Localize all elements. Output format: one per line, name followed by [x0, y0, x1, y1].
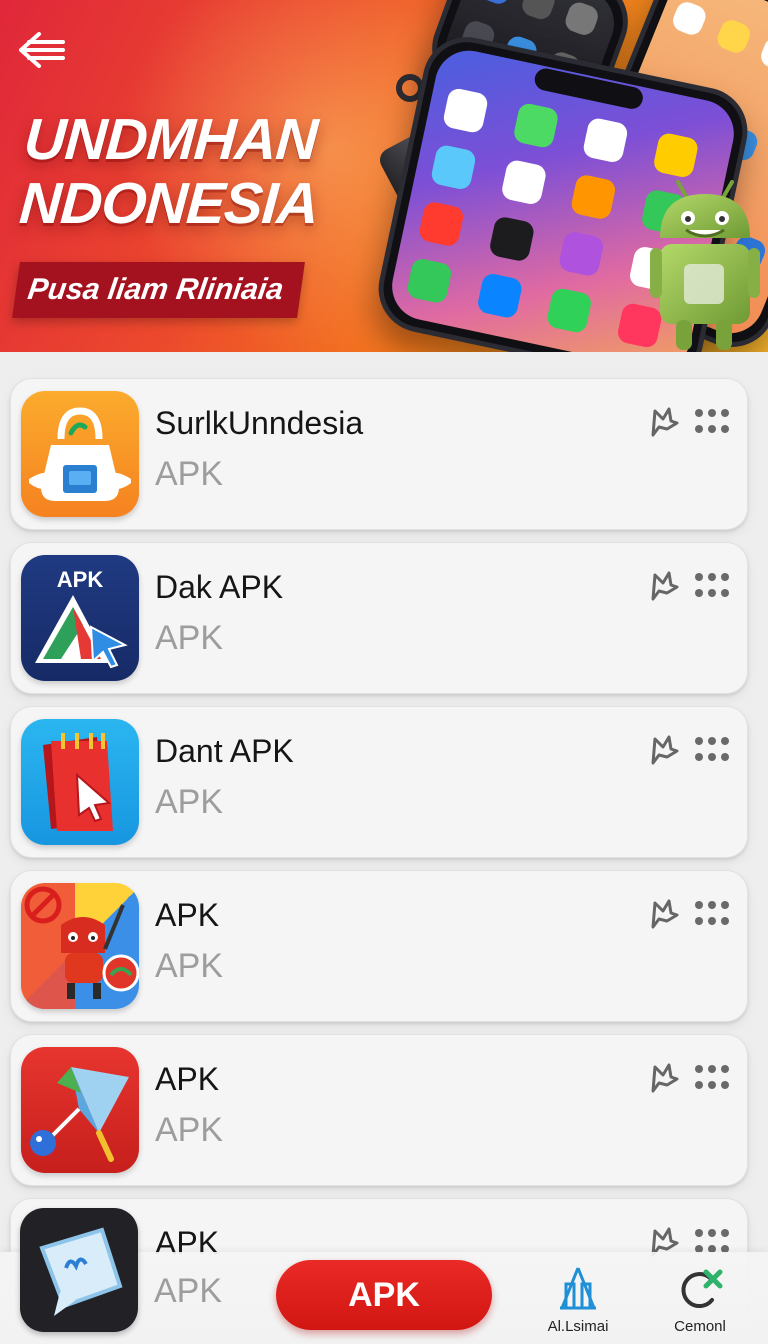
app-icon-2	[21, 719, 139, 845]
more-options-icon[interactable]	[695, 573, 729, 599]
app-icon-0	[21, 391, 139, 517]
app-icon-4	[21, 1047, 139, 1173]
app-icon-1: APK	[21, 555, 139, 681]
more-options-icon[interactable]	[695, 1065, 729, 1091]
app-card-3[interactable]: APK APK	[10, 870, 748, 1022]
refresh-check-icon	[681, 1269, 723, 1309]
hero-title-line2: NDONESIA	[17, 171, 321, 236]
bottom-navigation: APK APK Al.Lsimai Cemonl	[0, 1208, 768, 1344]
app-icon-5[interactable]	[20, 1208, 138, 1332]
hero-title-line1: UNDMHAN	[22, 107, 320, 172]
kite-icon	[30, 1067, 129, 1162]
app-subtitle: APK	[155, 619, 224, 657]
message-bubble-icon	[39, 1227, 123, 1316]
app-title: SurlkUnndesia	[155, 405, 364, 441]
more-options-icon[interactable]	[695, 409, 729, 435]
app-icon-3	[21, 883, 139, 1009]
app-title: Dant APK	[155, 733, 294, 769]
more-options-icon[interactable]	[695, 901, 729, 927]
tab-cemonl[interactable]: Cemonl	[650, 1266, 750, 1338]
app-title: APK	[155, 1061, 220, 1097]
android-robot-icon	[650, 180, 760, 350]
pin-icon[interactable]	[649, 405, 679, 439]
calendar-cursor-icon	[43, 733, 113, 831]
building-chart-icon	[560, 1267, 596, 1310]
hero-title: UNDMHAN NDONESIA	[17, 107, 407, 236]
app-subtitle: APK	[155, 947, 224, 985]
app-title: Dak APK	[155, 569, 284, 605]
robot-mascot-icon	[21, 883, 139, 1009]
cursor-tent-icon	[35, 595, 128, 669]
hero-ribbon: Pusa liam Rliniaia	[12, 262, 306, 318]
app-card-4[interactable]: APK APK	[10, 1034, 748, 1186]
app-card-0[interactable]: SurlkUnndesia APK	[10, 378, 748, 530]
app-subtitle: APK	[155, 783, 224, 821]
apk-primary-button[interactable]: APK	[276, 1260, 492, 1330]
shopping-bag-icon	[29, 407, 131, 501]
pin-icon[interactable]	[649, 733, 679, 767]
app-subtitle: APK	[154, 1272, 223, 1310]
more-options-icon[interactable]	[695, 737, 729, 763]
pin-icon[interactable]	[649, 569, 679, 603]
app-title: APK	[155, 897, 220, 933]
pin-icon[interactable]	[649, 1061, 679, 1095]
tab-label: Cemonl	[674, 1318, 726, 1335]
pin-icon[interactable]	[649, 897, 679, 931]
app-card-1[interactable]: APK Dak APK APK	[10, 542, 748, 694]
app-subtitle: APK	[155, 455, 224, 493]
back-arrow-icon	[19, 32, 65, 68]
back-button[interactable]	[14, 26, 70, 74]
tab-label: Al.Lsimai	[547, 1318, 609, 1335]
app-subtitle: APK	[155, 1111, 224, 1149]
hero-banner: UNDMHAN NDONESIA Pusa liam Rliniaia	[0, 0, 768, 352]
app-card-2[interactable]: Dant APK APK	[10, 706, 748, 858]
tab-almsimai[interactable]: Al.Lsimai	[528, 1266, 628, 1338]
